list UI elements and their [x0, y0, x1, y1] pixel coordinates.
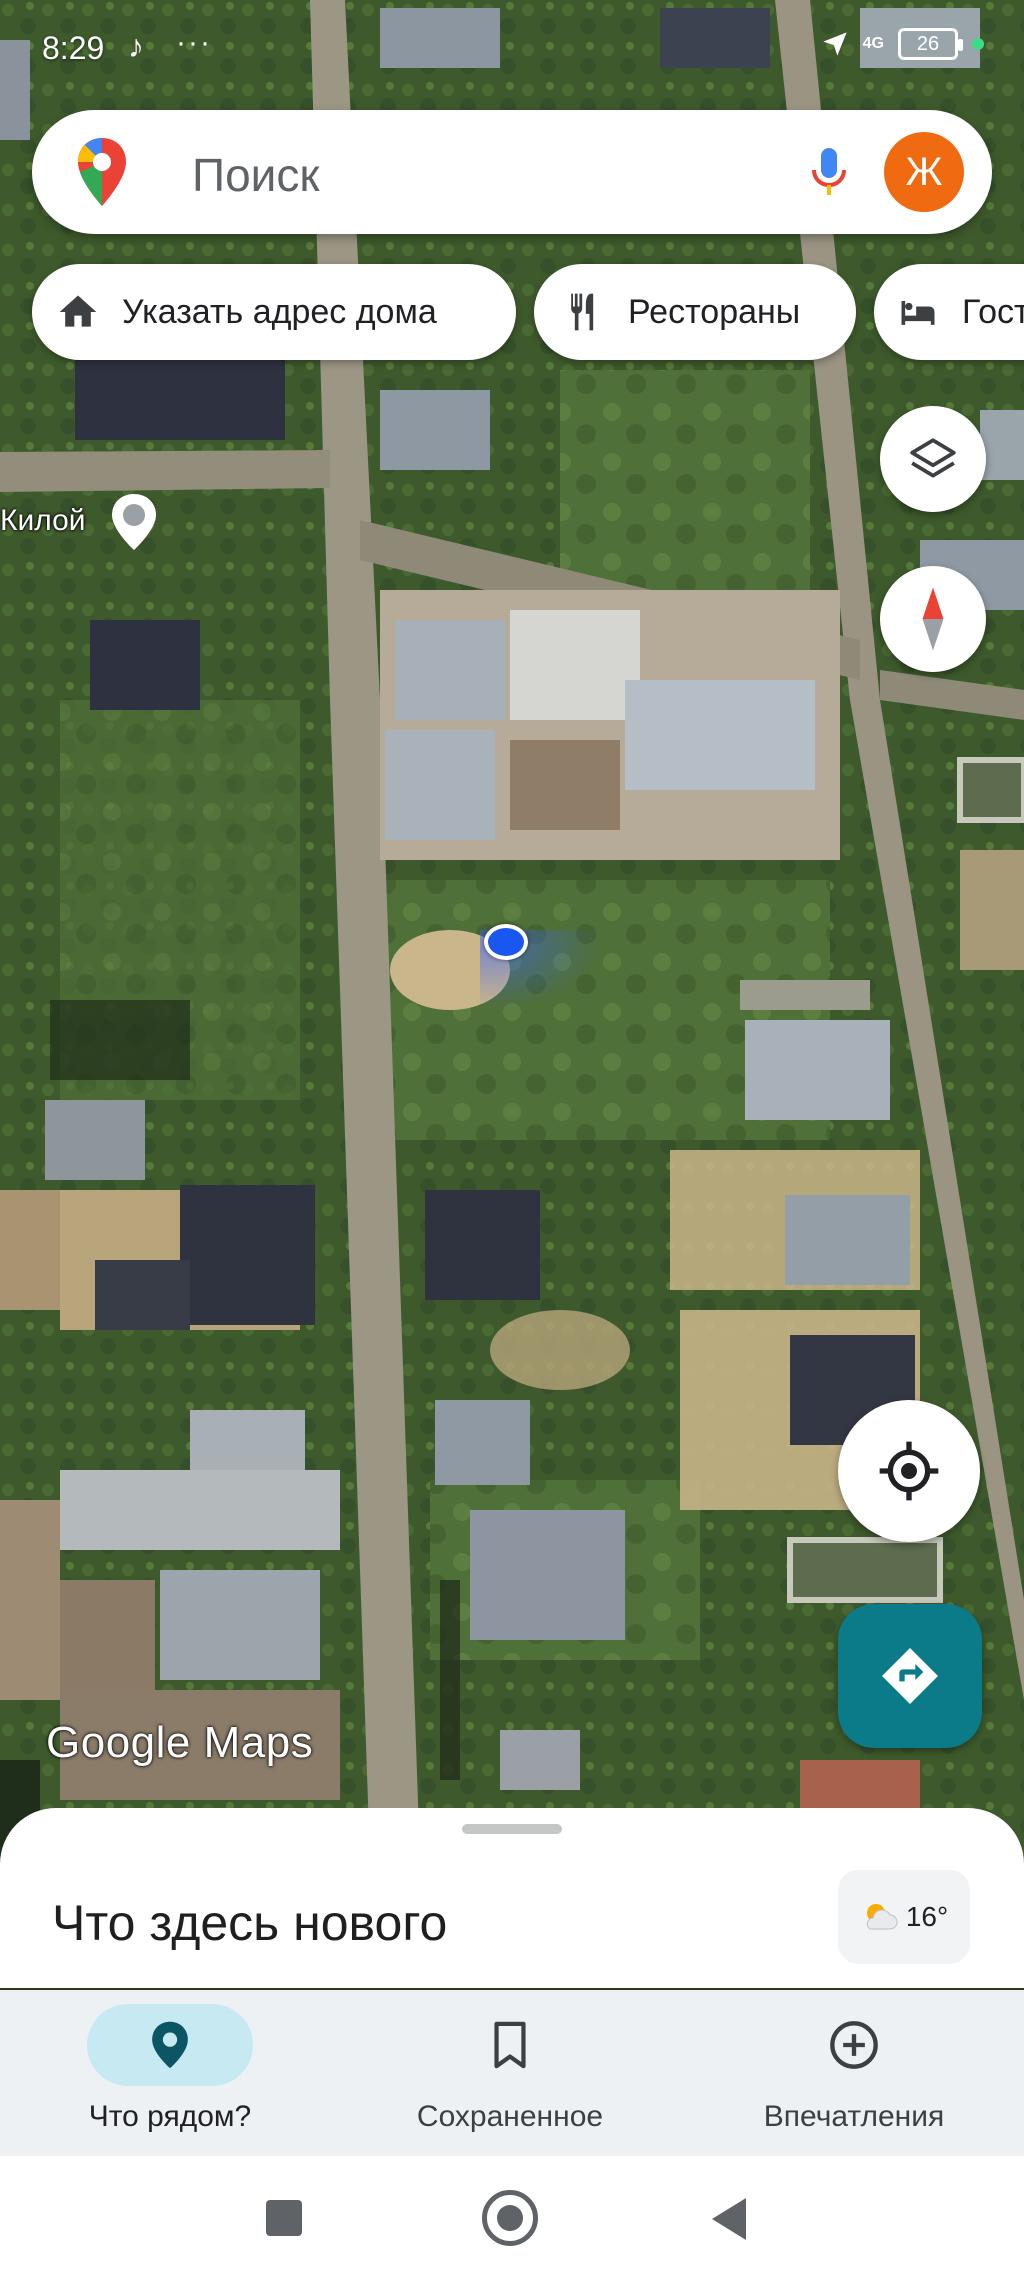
- weather-chip[interactable]: 16°: [838, 1870, 970, 1964]
- status-icons: 4G 26: [821, 28, 984, 60]
- chip-hotels[interactable]: Гост: [874, 264, 1024, 360]
- compass-button[interactable]: [880, 566, 986, 672]
- nav-label: Впечатления: [763, 2100, 945, 2133]
- nav-icon-wrap: [771, 2004, 937, 2086]
- google-maps-logo-icon: [78, 138, 126, 206]
- weather-temperature: 16°: [905, 1901, 949, 1932]
- network-type: 4G: [862, 35, 884, 52]
- recent-apps-button[interactable]: [266, 2200, 302, 2236]
- nav-tab-saved[interactable]: Сохраненное: [340, 1990, 680, 2156]
- location-arrow-icon: [822, 32, 847, 56]
- layers-icon: [910, 438, 956, 478]
- bottom-navigation: Что рядом? Сохраненное Впечатления: [0, 1990, 1024, 2156]
- nav-tab-explore[interactable]: Что рядом?: [0, 1990, 340, 2156]
- current-location-dot: [484, 924, 528, 960]
- battery-icon: 26: [898, 28, 963, 60]
- map-place-pin-icon[interactable]: [108, 492, 160, 552]
- fork-knife-icon: [571, 293, 594, 331]
- location-pin-icon: [152, 2021, 188, 2069]
- microphone-icon[interactable]: [794, 136, 864, 206]
- home-button[interactable]: [482, 2190, 538, 2246]
- map-place-label[interactable]: Килой: [0, 504, 86, 538]
- account-avatar[interactable]: Ж: [884, 132, 964, 212]
- music-note-icon: ♪: [128, 28, 144, 64]
- sheet-drag-handle[interactable]: [462, 1824, 562, 1834]
- system-navigation-bar: [0, 2156, 1024, 2280]
- add-circle-icon: [830, 2021, 878, 2069]
- bed-icon: [901, 301, 935, 325]
- chip-set-home-address[interactable]: Указать адрес дома: [32, 264, 516, 360]
- clock: 8:29: [42, 30, 105, 66]
- directions-icon: [882, 1648, 938, 1704]
- chip-restaurants[interactable]: Рестораны: [534, 264, 856, 360]
- chip-label: Гост: [962, 292, 1024, 331]
- layers-button[interactable]: [880, 406, 986, 512]
- nav-label: Сохраненное: [416, 2100, 604, 2133]
- back-button[interactable]: [712, 2198, 746, 2240]
- search-bar[interactable]: Поиск Ж: [32, 110, 992, 234]
- directions-button[interactable]: [838, 1604, 982, 1748]
- chip-label: Указать адрес дома: [122, 292, 437, 331]
- nav-active-indicator: [87, 2004, 253, 2086]
- more-notifications-icon: ···: [176, 26, 212, 59]
- partly-cloudy-icon: [866, 1904, 898, 1930]
- crosshair-icon: [879, 1441, 939, 1501]
- compass-icon: [922, 587, 944, 651]
- bottom-sheet[interactable]: Что здесь нового 16°: [0, 1808, 1024, 1988]
- sheet-title: Что здесь нового: [52, 1895, 448, 1951]
- nav-icon-wrap: [427, 2004, 593, 2086]
- google-maps-watermark: Google Maps: [46, 1718, 314, 1767]
- chip-label: Рестораны: [628, 292, 801, 331]
- nav-label: Что рядом?: [88, 2100, 252, 2133]
- privacy-indicator-icon: [972, 38, 984, 50]
- status-bar: 8:29 ♪ ··· 4G 26: [0, 0, 1024, 100]
- home-icon: [59, 295, 97, 327]
- nav-tab-contribute[interactable]: Впечатления: [684, 1990, 1024, 2156]
- bookmark-icon: [494, 2021, 526, 2069]
- my-location-button[interactable]: [838, 1400, 980, 1542]
- search-input[interactable]: Поиск: [192, 148, 319, 202]
